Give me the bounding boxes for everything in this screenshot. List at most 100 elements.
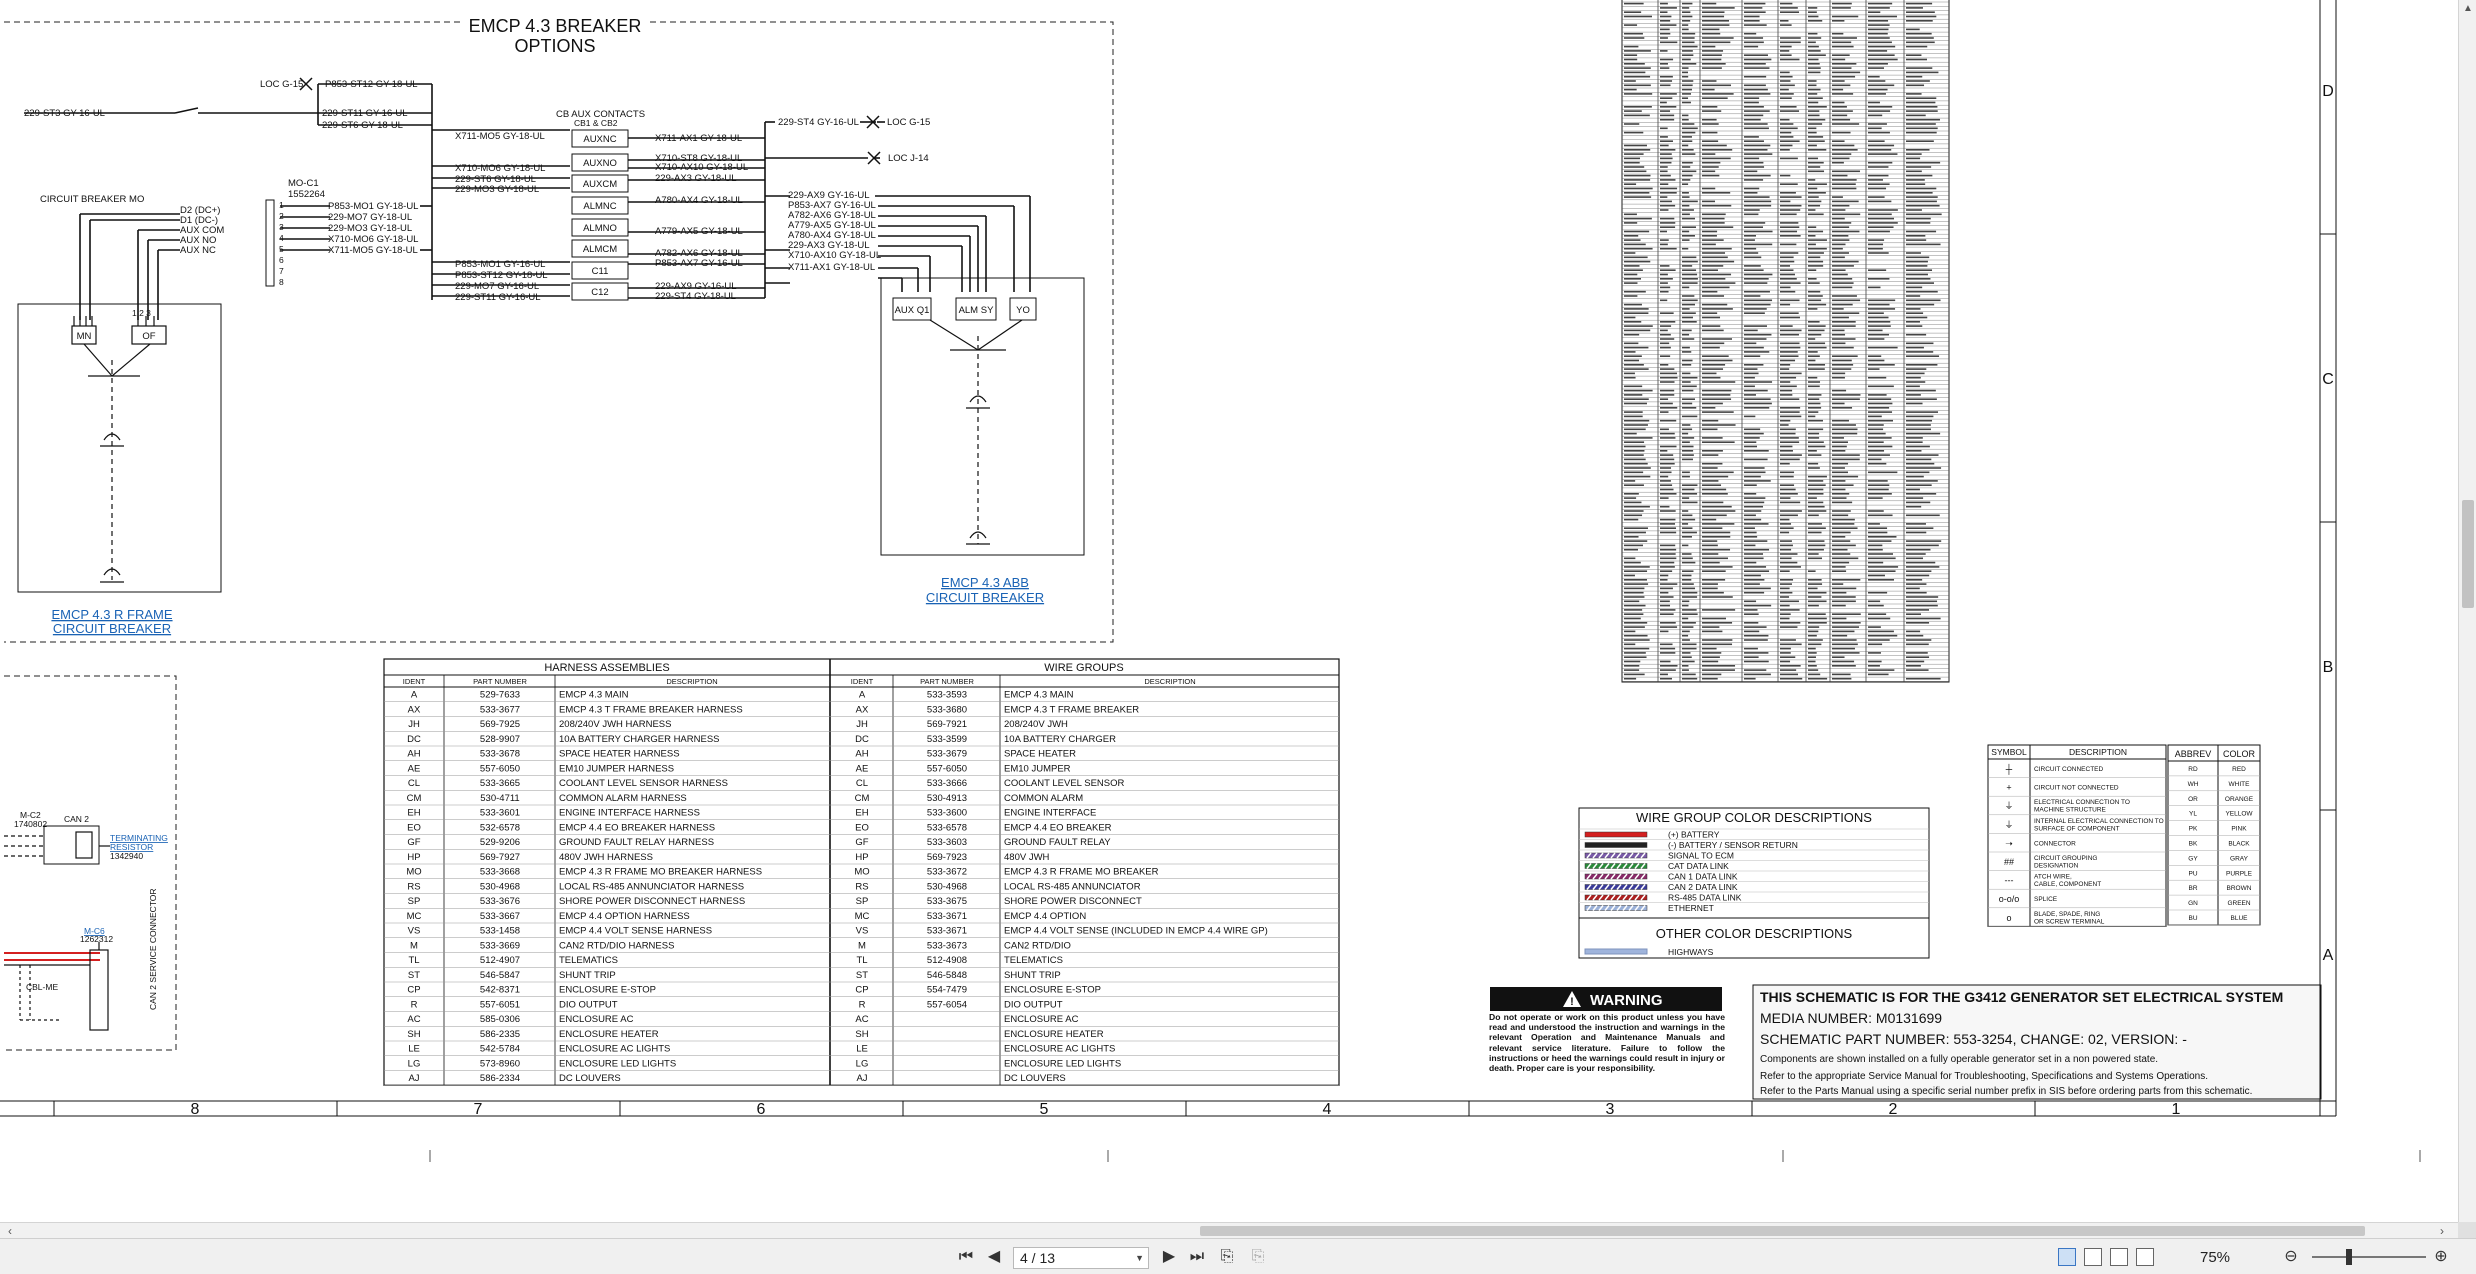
table-cell: CAN2 RTD/DIO xyxy=(1004,940,1071,951)
vertical-scrollbar[interactable]: ▲ xyxy=(2458,0,2476,1222)
wire-label: 229-ST11 GY-16-UL xyxy=(322,108,408,119)
mo-c1-label: MO-C1 xyxy=(288,178,319,189)
table-cell: 533-3677 xyxy=(480,704,520,715)
abb-breaker-link[interactable]: EMCP 4.3 ABB xyxy=(941,575,1029,590)
table-cell: 573-8960 xyxy=(480,1058,520,1069)
horizontal-scroll-thumb[interactable] xyxy=(1200,1226,2365,1236)
terminal-numbers: 1 2 3 4 5 6 7 8 xyxy=(279,200,284,287)
table-cell: DC LOUVERS xyxy=(1004,1073,1066,1084)
abb-breaker-link-2[interactable]: CIRCUIT BREAKER xyxy=(926,590,1044,605)
scroll-up-icon[interactable]: ▲ xyxy=(2462,3,2474,15)
table-cell: AX xyxy=(856,704,869,715)
wire-color-label: CAN 2 DATA LINK xyxy=(1668,882,1738,892)
document-viewport[interactable]: EMCP 4.3 BREAKER OPTIONS 229-ST3 GY-16-U… xyxy=(0,0,2458,1222)
table-cell: EMCP 4.3 T FRAME BREAKER HARNESS xyxy=(559,704,743,715)
table-cell: DC LOUVERS xyxy=(559,1073,621,1084)
table-cell: DC xyxy=(855,734,869,745)
wire-label: 229-ST6 GY-18-UL xyxy=(322,120,403,131)
aux-box: C12 xyxy=(591,287,608,298)
continuous-view-icon[interactable] xyxy=(2084,1248,2102,1266)
table-cell: 554-7479 xyxy=(927,985,967,996)
grid-column-label: 8 xyxy=(191,1101,200,1118)
wire-label: X710-MO6 GY-18-UL xyxy=(328,234,418,245)
zoom-slider-track[interactable] xyxy=(2312,1256,2426,1258)
abbrev-color: BLACK xyxy=(2228,841,2250,848)
title-block-note3: Refer to the Parts Manual using a specif… xyxy=(1760,1086,2252,1097)
scroll-right-icon[interactable]: › xyxy=(2440,1224,2444,1238)
single-page-view-icon[interactable] xyxy=(2058,1248,2076,1266)
symbol-glyph: --- xyxy=(2005,876,2014,886)
scroll-left-icon[interactable]: ‹ xyxy=(8,1224,12,1238)
aux-box: ALMCM xyxy=(583,244,617,255)
wire-color-label: RS-485 DATA LINK xyxy=(1668,893,1742,903)
two-page-view-icon[interactable] xyxy=(2110,1248,2128,1266)
symbol-desc: ATCH WIRE, xyxy=(2034,874,2072,881)
table-cell: 512-4907 xyxy=(480,955,520,966)
table-cell: 546-5847 xyxy=(480,970,520,981)
chevron-down-icon[interactable]: ▼ xyxy=(1135,1248,1144,1268)
table-header: PART NUMBER xyxy=(473,677,527,686)
symbol-glyph: o xyxy=(2006,913,2011,923)
table-cell: 533-3599 xyxy=(927,734,967,745)
table-cell: 533-3603 xyxy=(927,837,967,848)
wire-label: P853-MO1 GY-18-UL xyxy=(328,201,418,212)
table-header: IDENT xyxy=(403,677,426,686)
wire-label: 229-ST4 GY-18-UL xyxy=(655,291,736,302)
zoom-in-icon[interactable]: ⊕ xyxy=(2430,1245,2452,1269)
wire-label: X710-MO6 GY-18-UL xyxy=(455,163,545,174)
zoom-out-icon[interactable]: ⊖ xyxy=(2280,1245,2302,1269)
table-cell: R xyxy=(859,999,866,1010)
table-cell: ENCLOSURE AC xyxy=(559,1014,634,1025)
grid-row-label: C xyxy=(2322,371,2334,388)
zoom-level[interactable]: 75% xyxy=(2200,1249,2230,1266)
last-page-icon[interactable]: ⏭ xyxy=(1186,1245,1208,1269)
two-page-continuous-view-icon[interactable] xyxy=(2136,1248,2154,1266)
mo-pin-label: AUX NC xyxy=(180,245,216,256)
table-cell: 533-3671 xyxy=(927,911,967,922)
table-cell: CM xyxy=(855,793,870,804)
table-cell: AH xyxy=(855,749,868,760)
table-cell: EMCP 4.3 R FRAME MO BREAKER xyxy=(1004,867,1159,878)
aux-box: AUXCM xyxy=(583,179,617,190)
previous-page-icon[interactable]: ◀ xyxy=(983,1245,1005,1269)
first-page-icon[interactable]: ⏮ xyxy=(955,1245,977,1269)
table-cell: EMCP 4.4 VOLT SENSE HARNESS xyxy=(559,926,712,937)
table-cell: JH xyxy=(408,719,420,730)
symbol-desc: OR SCREW TERMINAL xyxy=(2034,918,2105,925)
table-cell: 542-8371 xyxy=(480,985,520,996)
wire-label: 229-MO7 GY-18-UL xyxy=(328,212,412,223)
wire-groups-title: WIRE GROUPS xyxy=(1044,662,1123,674)
symbol-desc: ELECTRICAL CONNECTION TO xyxy=(2034,799,2130,806)
table-cell: ENCLOSURE HEATER xyxy=(1004,1029,1104,1040)
table-cell: 532-6578 xyxy=(480,822,520,833)
symbol-glyph: ➝ xyxy=(2005,838,2013,848)
abbrev-color: BROWN xyxy=(2227,885,2252,892)
table-cell: ST xyxy=(408,970,420,981)
table-cell: 480V JWH xyxy=(1004,852,1050,863)
table-cell: 542-5784 xyxy=(480,1044,520,1055)
bottom-tick-marks xyxy=(429,1150,2421,1162)
wire-label: X710-AX10 GY-18-UL xyxy=(788,250,881,261)
table-cell: CM xyxy=(407,793,422,804)
table-cell: 208/240V JWH xyxy=(1004,719,1068,730)
zoom-slider-knob[interactable] xyxy=(2346,1249,2352,1265)
horizontal-scrollbar[interactable]: ‹ › xyxy=(0,1222,2458,1238)
table-cell: 530-4968 xyxy=(480,881,520,892)
wire-label: 229-ST3 GY-16-UL xyxy=(24,108,105,119)
previous-view-icon[interactable]: ⎘ xyxy=(1215,1245,1239,1269)
wire-label: 229-MO7 GY-16-UL xyxy=(455,281,539,292)
table-cell: AJ xyxy=(408,1073,419,1084)
table-cell: GROUND FAULT RELAY xyxy=(1004,837,1111,848)
loc-j14: LOC J-14 xyxy=(888,153,929,164)
table-cell: TELEMATICS xyxy=(1004,955,1063,966)
table-cell: 533-1458 xyxy=(480,926,520,937)
next-page-icon[interactable]: ▶ xyxy=(1158,1245,1180,1269)
table-cell: 533-3676 xyxy=(480,896,520,907)
title-block-media: MEDIA NUMBER: M0131699 xyxy=(1760,1010,1942,1026)
r-frame-breaker-link[interactable]: EMCP 4.3 R FRAME xyxy=(51,607,172,622)
r-frame-breaker-link-2[interactable]: CIRCUIT BREAKER xyxy=(53,621,171,636)
table-cell: 533-3680 xyxy=(927,704,967,715)
page-number-input[interactable]: 4 / 13 ▼ xyxy=(1013,1247,1149,1269)
next-view-icon[interactable]: ⎘ xyxy=(1246,1245,1270,1269)
vertical-scroll-thumb[interactable] xyxy=(2462,500,2474,608)
